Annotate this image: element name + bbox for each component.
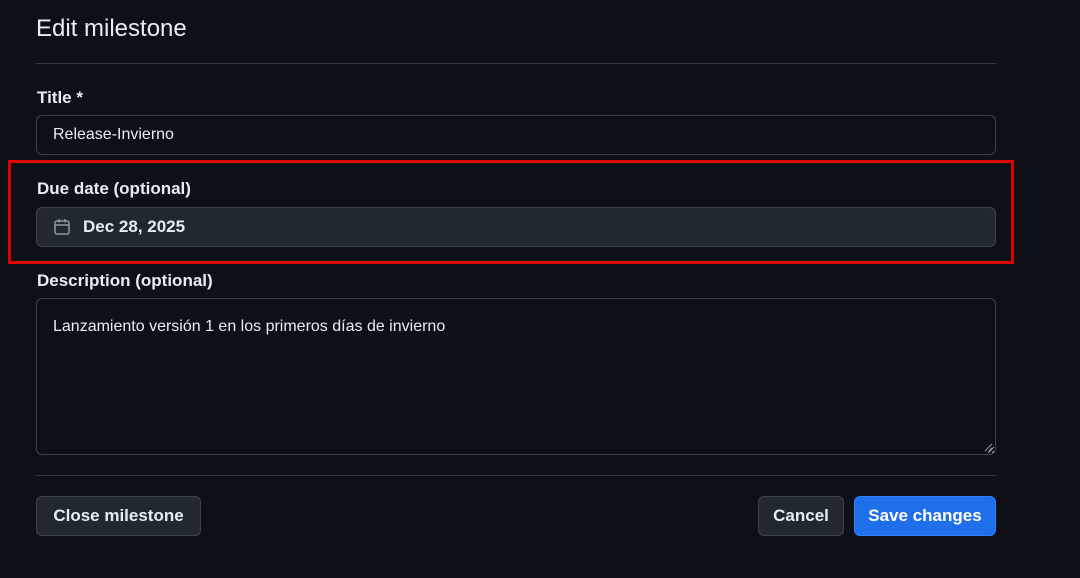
description-textarea[interactable]: Lanzamiento versión 1 en los primeros dí… <box>36 298 996 455</box>
title-label: Title * <box>37 88 83 107</box>
footer-divider <box>36 475 996 476</box>
due-date-value: Dec 28, 2025 <box>83 217 186 236</box>
cancel-button[interactable]: Cancel <box>758 496 844 536</box>
calendar-icon <box>53 218 71 236</box>
page-title: Edit milestone <box>36 15 187 42</box>
title-input[interactable] <box>36 115 996 155</box>
save-changes-button[interactable]: Save changes <box>854 496 996 536</box>
resize-grip-icon[interactable] <box>984 443 993 452</box>
close-milestone-button[interactable]: Close milestone <box>36 496 201 536</box>
due-date-label: Due date (optional) <box>37 179 191 198</box>
header-divider <box>36 63 996 64</box>
description-label: Description (optional) <box>37 271 213 290</box>
due-date-picker-button[interactable]: Dec 28, 2025 <box>36 207 996 247</box>
edit-milestone-page: Edit milestone Title * Due date (optiona… <box>0 0 1080 578</box>
